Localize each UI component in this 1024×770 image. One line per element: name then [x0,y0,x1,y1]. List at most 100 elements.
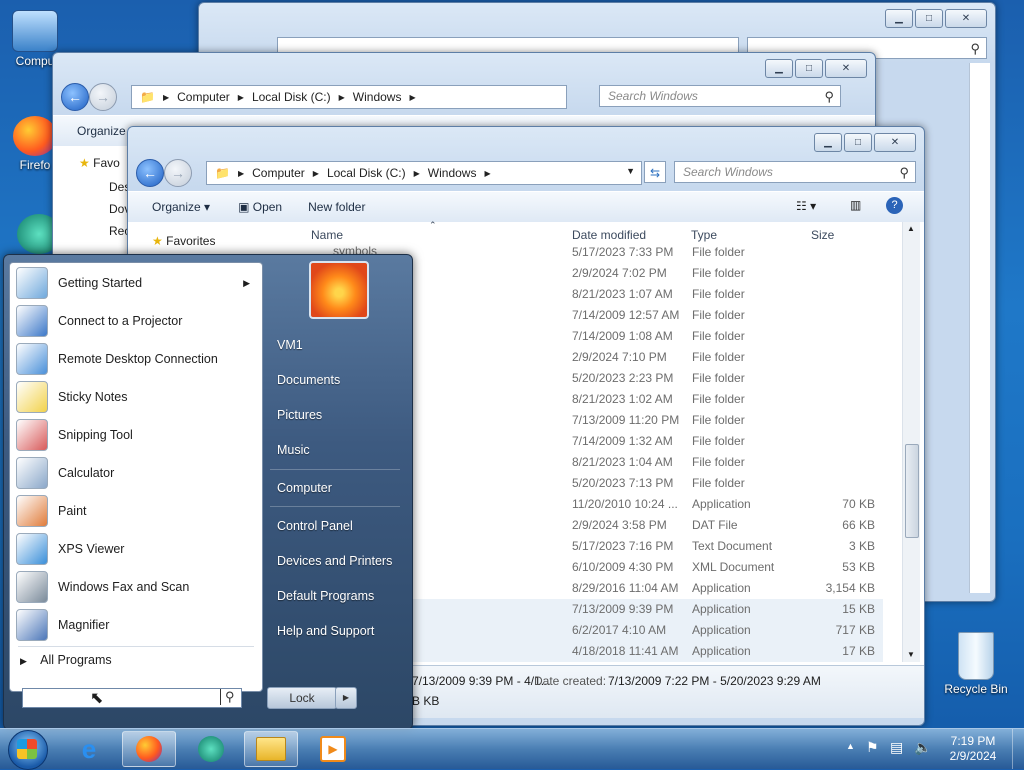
column-header-size[interactable]: Size [811,228,834,242]
arrow-right-icon: ▶ [243,277,250,288]
taskbar-app[interactable] [184,731,238,767]
file-type: File folder [692,287,745,301]
program-item[interactable]: Paint [10,493,262,529]
minimize-button[interactable]: ▁ [814,133,842,152]
user-picture[interactable] [309,261,369,319]
file-date: 8/21/2023 1:07 AM [572,287,673,301]
breadcrumb-computer[interactable]: Computer [177,90,230,104]
new-folder-button[interactable]: New folder [308,200,365,214]
column-header-date[interactable]: Date modified [572,228,646,242]
taskbar-ie[interactable]: e [62,731,116,767]
show-desktop-button[interactable] [1012,729,1024,769]
organize-button[interactable]: Organize [77,124,126,138]
back-button[interactable]: ← [61,83,89,111]
breadcrumb-local-disk[interactable]: Local Disk (C:) [252,90,331,104]
clock[interactable]: 7:19 PM 2/9/2024 [940,734,1006,764]
search-input[interactable]: Search Windows ⚲ [674,161,916,183]
lock-button[interactable]: Lock [267,687,337,709]
program-item[interactable]: Connect to a Projector [10,303,262,339]
desktop-icon-recycle-bin[interactable]: Recycle Bin [940,632,1012,696]
close-button[interactable]: ✕ [874,133,916,152]
forward-button[interactable]: → [164,159,192,187]
search-icon[interactable]: ⚲ [220,689,235,705]
start-search-input[interactable] [22,688,242,708]
taskbar-firefox[interactable] [122,731,176,767]
file-type: Text Document [692,539,773,553]
search-input[interactable]: Search Windows ⚲ [599,85,841,107]
start-link[interactable]: Help and Support [277,624,374,638]
column-header-name[interactable]: Name [311,228,343,242]
maximize-button[interactable]: □ [844,133,872,152]
program-label: XPS Viewer [58,542,125,556]
views-icon[interactable]: ☷ ▾ [796,199,816,213]
start-link[interactable]: Control Panel [277,519,353,533]
scroll-down-arrow[interactable]: ▼ [907,650,915,659]
preview-pane-icon[interactable]: ▥ [850,198,861,212]
program-item[interactable]: Magnifier [10,607,262,643]
refresh-button[interactable]: ⇆ [644,161,666,183]
windows-logo-icon [17,739,37,759]
program-item[interactable]: Snipping Tool [10,417,262,453]
file-date: 5/17/2023 7:33 PM [572,245,674,259]
search-icon: ⚲ [970,41,980,56]
all-programs-button[interactable]: ▶ All Programs [20,653,112,667]
scroll-up-arrow[interactable]: ▲ [907,224,915,233]
start-link[interactable]: Devices and Printers [277,554,392,568]
action-center-icon[interactable]: ⚑ [866,739,879,756]
minimize-button[interactable]: ▁ [765,59,793,78]
scroll-thumb[interactable] [905,444,919,538]
start-button[interactable] [8,730,48,770]
file-date: 8/29/2016 11:04 AM [572,581,679,595]
program-item[interactable]: Windows Fax and Scan [10,569,262,605]
breadcrumb-computer[interactable]: Computer [252,166,305,180]
column-header-type[interactable]: Type [691,228,717,242]
organize-button[interactable]: Organize ▾ [152,200,210,214]
start-link[interactable]: Default Programs [277,589,374,603]
program-item[interactable]: XPS Viewer [10,531,262,567]
start-link[interactable]: Documents [277,373,340,387]
network-icon[interactable]: ▤ [890,739,903,756]
sort-arrow-icon: ⌃ [429,220,437,230]
open-button[interactable]: ▣ Open [238,200,282,214]
caption-buttons: ▁ □ ✕ [814,133,916,152]
breadcrumb-local-disk[interactable]: Local Disk (C:) [327,166,406,180]
file-date: 5/20/2023 7:13 PM [572,476,674,490]
favorites-item[interactable]: ★ Favorites [152,234,215,248]
file-date: 7/13/2009 11:20 PM [572,413,680,427]
minimize-button[interactable]: ▁ [885,9,913,28]
breadcrumb-windows[interactable]: Windows [353,90,402,104]
breadcrumb-windows[interactable]: Windows [428,166,477,180]
program-item[interactable]: Getting Started ▶ [10,265,262,301]
back-button[interactable]: ← [136,159,164,187]
lock-options-button[interactable]: ▶ [335,687,357,709]
program-icon [16,495,48,527]
close-button[interactable]: ✕ [945,9,987,28]
details-date-range: 7/13/2009 9:39 PM - 4/1... [412,674,551,688]
file-date: 7/14/2009 1:32 AM [572,434,673,448]
details-created-label: Date created: [534,674,607,688]
taskbar-explorer[interactable] [244,731,298,767]
maximize-button[interactable]: □ [795,59,823,78]
address-bar[interactable]: 📁 ▶ Computer ▶ Local Disk (C:) ▶ Windows ▶ [131,85,567,109]
scrollbar[interactable]: ▲ ▼ [902,222,920,662]
help-icon[interactable]: ? [886,197,903,214]
volume-muted-icon[interactable]: 🔈 [914,739,931,756]
start-link[interactable]: Music [277,443,310,457]
program-item[interactable]: Sticky Notes [10,379,262,415]
start-link[interactable]: VM1 [277,338,303,352]
address-bar[interactable]: 📁 ▶ Computer ▶ Local Disk (C:) ▶ Windows ▶ … [206,161,642,185]
search-placeholder: Search Windows [683,165,773,179]
close-button[interactable]: ✕ [825,59,867,78]
forward-button[interactable]: → [89,83,117,111]
program-item[interactable]: Remote Desktop Connection [10,341,262,377]
maximize-button[interactable]: □ [915,9,943,28]
start-link[interactable]: Pictures [277,408,322,422]
taskbar-media-player[interactable]: ▶ [306,731,360,767]
show-hidden-icons-icon[interactable]: ▲ [846,741,855,751]
program-item[interactable]: Calculator [10,455,262,491]
start-link[interactable]: Computer [277,481,332,495]
address-dropdown-icon[interactable]: ▼ [626,166,635,176]
media-player-icon: ▶ [320,736,346,762]
window-body [969,63,990,593]
favorites-item[interactable]: ★ Favo [79,156,120,170]
